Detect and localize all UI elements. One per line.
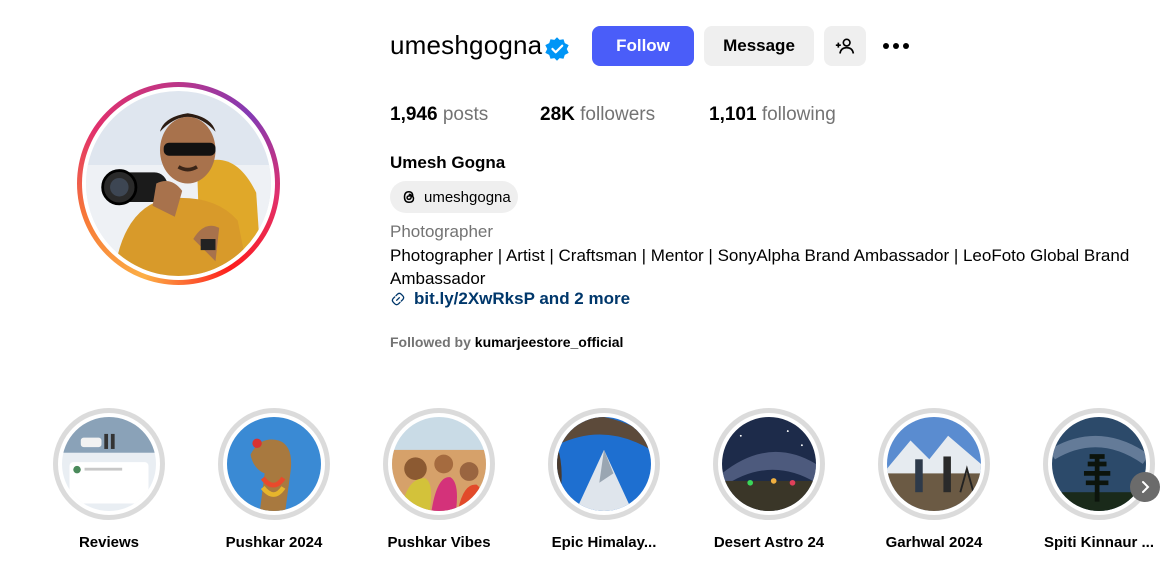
profile-category: Photographer	[390, 222, 494, 241]
highlight-garhwal-2024[interactable]: Garhwal 2024	[849, 408, 1019, 551]
highlight-ring	[1043, 408, 1155, 520]
highlight-pushkar-2024[interactable]: Pushkar 2024	[189, 408, 359, 551]
highlight-label: Pushkar 2024	[225, 534, 323, 551]
highlight-label: Spiti Kinnaur ...	[1043, 534, 1154, 551]
bio-link[interactable]: bit.ly/2XwRksP and 2 more	[390, 289, 630, 309]
highlight-label: Desert Astro 24	[713, 534, 825, 551]
verified-badge-icon	[545, 37, 569, 61]
profile-full-name: Umesh Gogna	[390, 153, 506, 172]
followed-by-user: kumarjeestore_official	[474, 334, 624, 350]
chevron-right-icon	[1142, 481, 1150, 493]
highlight-label: Reviews	[78, 534, 140, 551]
avatar-inner	[82, 87, 275, 280]
highlight-ring	[53, 408, 165, 520]
following-link[interactable]: 1,101 following	[709, 104, 836, 126]
profile-avatar-ring[interactable]	[77, 82, 280, 285]
following-count: 1,101	[709, 104, 757, 125]
followers-link[interactable]: 28K followers	[540, 104, 655, 126]
posts-count-stat: 1,946 posts	[390, 104, 488, 126]
highlight-pushkar-vibes[interactable]: Pushkar Vibes	[354, 408, 524, 551]
threads-icon	[403, 190, 415, 204]
highlight-desert-astro-24[interactable]: Desert Astro 24	[684, 408, 854, 551]
highlight-ring	[383, 408, 495, 520]
link-icon	[391, 292, 405, 306]
avatar	[86, 91, 271, 276]
bio-link-text: bit.ly/2XwRksP and 2 more	[414, 289, 631, 308]
followers-label: followers	[580, 104, 656, 125]
highlight-cover	[1052, 417, 1146, 511]
highlight-cover	[887, 417, 981, 511]
threads-profile-link[interactable]: umeshgogna	[390, 181, 518, 213]
posts-count: 1,946	[390, 104, 438, 125]
posts-label: posts	[442, 104, 489, 125]
followed-by-prefix: Followed by	[390, 334, 471, 350]
message-button[interactable]: Message	[704, 26, 814, 66]
highlight-cover	[62, 417, 156, 511]
highlight-cover	[722, 417, 816, 511]
highlight-cover	[227, 417, 321, 511]
followed-by[interactable]: Followed by kumarjeestore_official	[390, 334, 623, 350]
suggest-similar-accounts-button[interactable]	[824, 26, 866, 66]
follow-button[interactable]: Follow	[592, 26, 694, 66]
highlight-ring	[548, 408, 660, 520]
highlight-epic-himalaya[interactable]: Epic Himalay...	[519, 408, 689, 551]
highlight-ring	[218, 408, 330, 520]
highlight-label: Garhwal 2024	[885, 534, 983, 551]
highlights-next-button[interactable]	[1130, 472, 1160, 502]
profile-username: umeshgogna	[390, 30, 543, 60]
add-user-icon	[835, 38, 855, 54]
more-options-button[interactable]	[876, 26, 916, 66]
threads-handle: umeshgogna	[424, 188, 511, 206]
followers-count: 28K	[540, 104, 575, 125]
highlight-reviews[interactable]: Reviews	[24, 408, 194, 551]
highlight-ring	[713, 408, 825, 520]
more-options-icon	[883, 43, 909, 49]
highlight-cover	[557, 417, 651, 511]
following-label: following	[761, 104, 836, 125]
highlight-cover	[392, 417, 486, 511]
profile-bio: Photographer | Artist | Craftsman | Ment…	[390, 246, 1130, 288]
highlight-label: Epic Himalay...	[551, 534, 657, 551]
highlight-ring	[878, 408, 990, 520]
highlight-label: Pushkar Vibes	[387, 534, 491, 551]
